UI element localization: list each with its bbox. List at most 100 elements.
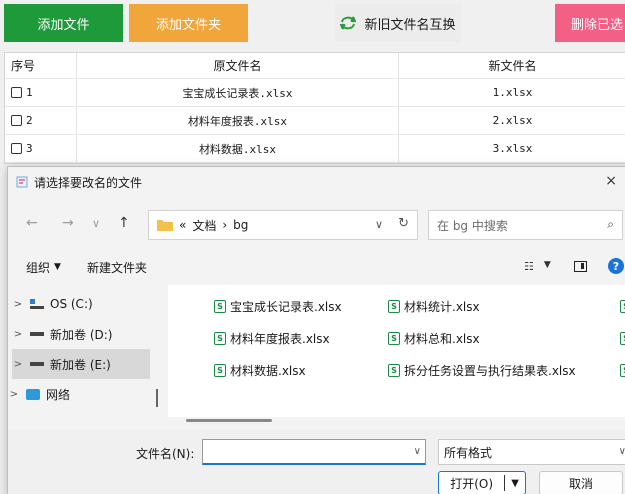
spreadsheet-icon: S: [388, 363, 400, 377]
sidebar-item-os-c[interactable]: > OS (C:): [12, 289, 150, 319]
row-old-name: 材料年度报表.xlsx: [77, 107, 399, 134]
filename-input[interactable]: ∨: [202, 439, 426, 465]
drive-icon: [30, 332, 44, 336]
file-item[interactable]: S 材料年度报表.xlsx: [214, 329, 330, 347]
help-icon[interactable]: ?: [608, 258, 624, 274]
spreadsheet-icon: S: [214, 363, 226, 377]
spreadsheet-icon: S: [388, 299, 400, 313]
file-item[interactable]: S 材料总和.xlsx: [388, 329, 480, 347]
caret-down-icon: ▼: [543, 260, 551, 270]
file-item[interactable]: S 宝宝成长记录表.xlsx: [214, 297, 342, 315]
spreadsheet-icon: S: [620, 300, 625, 313]
header-new-name: 新文件名: [399, 53, 625, 78]
file-table: 序号 原文件名 新文件名 1 宝宝成长记录表.xlsx 1.xlsx 2 材料年…: [4, 52, 625, 164]
sidebar-item-label: OS (C:): [50, 297, 93, 311]
pane-splitter[interactable]: [156, 389, 158, 407]
close-icon[interactable]: ×: [605, 173, 617, 189]
chevron-right-icon[interactable]: >: [12, 359, 24, 370]
delete-selected-button[interactable]: 删除已选: [555, 4, 625, 42]
sidebar-item-label: 新加卷 (E:): [50, 357, 111, 372]
row-index: 1: [26, 86, 33, 99]
chevron-right-icon[interactable]: >: [12, 299, 24, 310]
swap-names-button[interactable]: 新旧文件名互换: [335, 4, 461, 42]
chevron-right-icon[interactable]: >: [8, 389, 20, 400]
chevron-right-icon[interactable]: >: [12, 329, 24, 340]
open-button[interactable]: 打开(O) ▼: [438, 471, 526, 494]
organize-button[interactable]: 组织 ▼: [26, 259, 61, 276]
file-name: 材料总和.xlsx: [404, 331, 480, 346]
new-folder-button[interactable]: 新建文件夹: [87, 259, 147, 276]
app-icon: [16, 176, 28, 188]
file-type-select[interactable]: 所有格式 ∨: [438, 439, 625, 465]
view-list-icon: ☷: [524, 260, 534, 273]
spreadsheet-icon: S: [620, 332, 625, 345]
address-segment-bg[interactable]: bg: [233, 218, 248, 232]
cancel-button[interactable]: 取消: [539, 471, 623, 494]
refresh-icon[interactable]: ↻: [398, 216, 409, 231]
table-header: 序号 原文件名 新文件名: [5, 53, 625, 79]
caret-down-icon: ▼: [54, 262, 61, 272]
sidebar-item-drive-e[interactable]: > 新加卷 (E:): [12, 349, 150, 379]
sidebar-item-network[interactable]: > 网络: [8, 379, 146, 409]
spreadsheet-icon: S: [214, 299, 226, 313]
back-icon[interactable]: ←: [26, 215, 38, 231]
header-index: 序号: [5, 53, 77, 78]
row-checkbox[interactable]: [11, 115, 22, 126]
toolbar: 添加文件 添加文件夹 新旧文件名互换 删除已选: [0, 0, 625, 48]
row-new-name: 1.xlsx: [399, 79, 625, 106]
table-row[interactable]: 1 宝宝成长记录表.xlsx 1.xlsx: [5, 79, 625, 107]
table-row[interactable]: 2 材料年度报表.xlsx 2.xlsx: [5, 107, 625, 135]
drive-icon: [30, 362, 44, 366]
chevron-down-icon: ∨: [618, 446, 625, 457]
horizontal-scrollbar[interactable]: [186, 419, 272, 422]
swap-icon: [340, 16, 357, 30]
spreadsheet-icon: S: [620, 364, 625, 377]
row-checkbox[interactable]: [11, 143, 22, 154]
address-bar[interactable]: « 文档 › bg ∨ ↻: [148, 210, 418, 240]
search-placeholder: 在 bg 中搜索: [437, 218, 508, 233]
command-bar: 组织 ▼ 新建文件夹 ☷ ▼ ?: [8, 254, 625, 280]
file-name: 材料年度报表.xlsx: [230, 331, 330, 346]
open-label: 打开(O): [450, 476, 494, 491]
add-file-button[interactable]: 添加文件: [4, 4, 123, 42]
header-old-name: 原文件名: [77, 53, 399, 78]
file-open-dialog: 请选择要改名的文件 × ← → ∨ ↑ « 文档 › bg ∨ ↻ 在 bg 中…: [7, 166, 625, 494]
row-index: 3: [26, 142, 33, 155]
forward-icon[interactable]: →: [62, 215, 74, 231]
chevron-down-icon[interactable]: ∨: [414, 446, 421, 457]
dialog-titlebar: 请选择要改名的文件: [8, 167, 625, 197]
row-new-name: 3.xlsx: [399, 135, 625, 162]
os-drive-icon: [30, 299, 44, 309]
file-item[interactable]: S 拆分任务设置与执行结果表.xlsx: [388, 361, 576, 379]
file-name: 材料统计.xlsx: [404, 299, 480, 314]
row-new-name: 2.xlsx: [399, 107, 625, 134]
search-input[interactable]: 在 bg 中搜索 ⌕: [428, 210, 623, 240]
file-name: 材料数据.xlsx: [230, 363, 306, 378]
chevron-down-icon[interactable]: ∨: [375, 218, 383, 231]
network-icon: [26, 388, 40, 400]
add-folder-button[interactable]: 添加文件夹: [129, 4, 248, 42]
file-item[interactable]: S 材料数据.xlsx: [214, 361, 306, 379]
spreadsheet-icon: S: [214, 331, 226, 345]
row-old-name: 宝宝成长记录表.xlsx: [77, 79, 399, 106]
file-item[interactable]: S 材料统计.xlsx: [388, 297, 480, 315]
file-list: S 宝宝成长记录表.xlsx S 材料年度报表.xlsx S 材料数据.xlsx…: [168, 285, 625, 417]
row-checkbox[interactable]: [11, 87, 22, 98]
search-icon: ⌕: [607, 217, 614, 231]
dialog-footer: 文件名(N): ∨ 所有格式 ∨ 打开(O) ▼ 取消: [8, 429, 625, 494]
up-icon[interactable]: ↑: [118, 215, 130, 231]
view-options-button[interactable]: ☷ ▼: [524, 260, 551, 273]
recent-locations-icon[interactable]: ∨: [92, 217, 100, 230]
organize-label: 组织: [26, 260, 51, 275]
dialog-title: 请选择要改名的文件: [34, 175, 143, 190]
folder-icon: [157, 220, 173, 231]
sidebar-item-drive-d[interactable]: > 新加卷 (D:): [12, 319, 150, 349]
navigation-pane: > OS (C:) > 新加卷 (D:) > 新加卷 (E:) > 网络: [8, 285, 158, 413]
caret-down-icon[interactable]: ▼: [505, 478, 525, 489]
address-segment-documents[interactable]: 文档: [192, 217, 216, 234]
row-index: 2: [26, 114, 33, 127]
table-row[interactable]: 3 材料数据.xlsx 3.xlsx: [5, 135, 625, 163]
preview-pane-icon[interactable]: [574, 261, 587, 272]
spreadsheet-icon: S: [388, 331, 400, 345]
filename-label: 文件名(N):: [136, 447, 195, 461]
